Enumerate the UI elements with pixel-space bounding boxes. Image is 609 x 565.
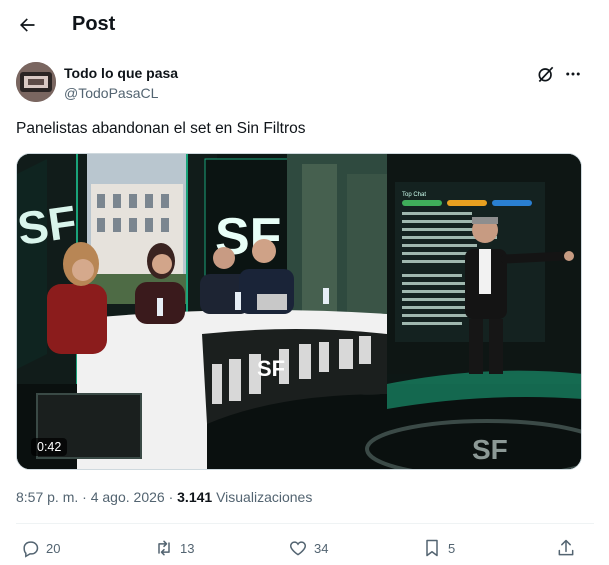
reply-icon: [23, 541, 39, 558]
action-bar: 20 13 34 5: [0, 534, 609, 562]
repost-icon: [158, 540, 170, 556]
svg-text:Top Chat: Top Chat: [402, 192, 426, 198]
svg-text:SF: SF: [257, 356, 285, 381]
reply-count: 20: [46, 540, 61, 556]
arrow-left-icon: [20, 18, 35, 32]
bookmark-count: 5: [448, 540, 456, 556]
repost-button[interactable]: 13: [154, 534, 194, 562]
post-author: Todo lo que pasa @TodoPasaCL: [16, 62, 596, 106]
like-button[interactable]: 34: [288, 534, 328, 562]
post-header: Post: [0, 0, 609, 50]
divider: [16, 523, 594, 524]
share-icon: [558, 539, 574, 556]
grok-icon[interactable]: [536, 64, 556, 84]
svg-text:SF: SF: [472, 434, 508, 465]
reply-button[interactable]: 20: [20, 534, 60, 562]
author-display-name[interactable]: Todo lo que pasa: [64, 65, 178, 81]
video-frame: SF SF Top Chat SF SF: [17, 154, 581, 469]
bookmark-button[interactable]: 5: [422, 534, 455, 562]
like-count: 34: [314, 540, 329, 556]
video-player[interactable]: SF SF Top Chat SF SF: [16, 153, 582, 470]
back-button[interactable]: [14, 12, 40, 38]
views-count: 3.141: [177, 489, 213, 505]
video-duration-badge: 0:42: [31, 438, 68, 456]
page-title: Post: [72, 13, 116, 35]
svg-text:SF: SF: [17, 195, 80, 255]
heart-icon: [289, 541, 307, 556]
meta-separator: ·: [82, 489, 87, 505]
bookmark-icon: [426, 539, 438, 557]
post-meta: 8:57 p. m. · 4 ago. 2026 · 3.141 Visuali…: [16, 489, 312, 505]
meta-separator: ·: [168, 489, 174, 505]
post-time[interactable]: 8:57 p. m.: [16, 489, 78, 505]
avatar[interactable]: [16, 62, 56, 102]
author-handle[interactable]: @TodoPasaCL: [64, 85, 158, 101]
share-button[interactable]: [556, 534, 576, 562]
more-icon[interactable]: [563, 64, 583, 84]
views-label: Visualizaciones: [216, 489, 313, 505]
post-date[interactable]: 4 ago. 2026: [91, 489, 165, 505]
repost-count: 13: [180, 540, 195, 556]
post-text: Panelistas abandonan el set en Sin Filtr…: [16, 120, 306, 137]
